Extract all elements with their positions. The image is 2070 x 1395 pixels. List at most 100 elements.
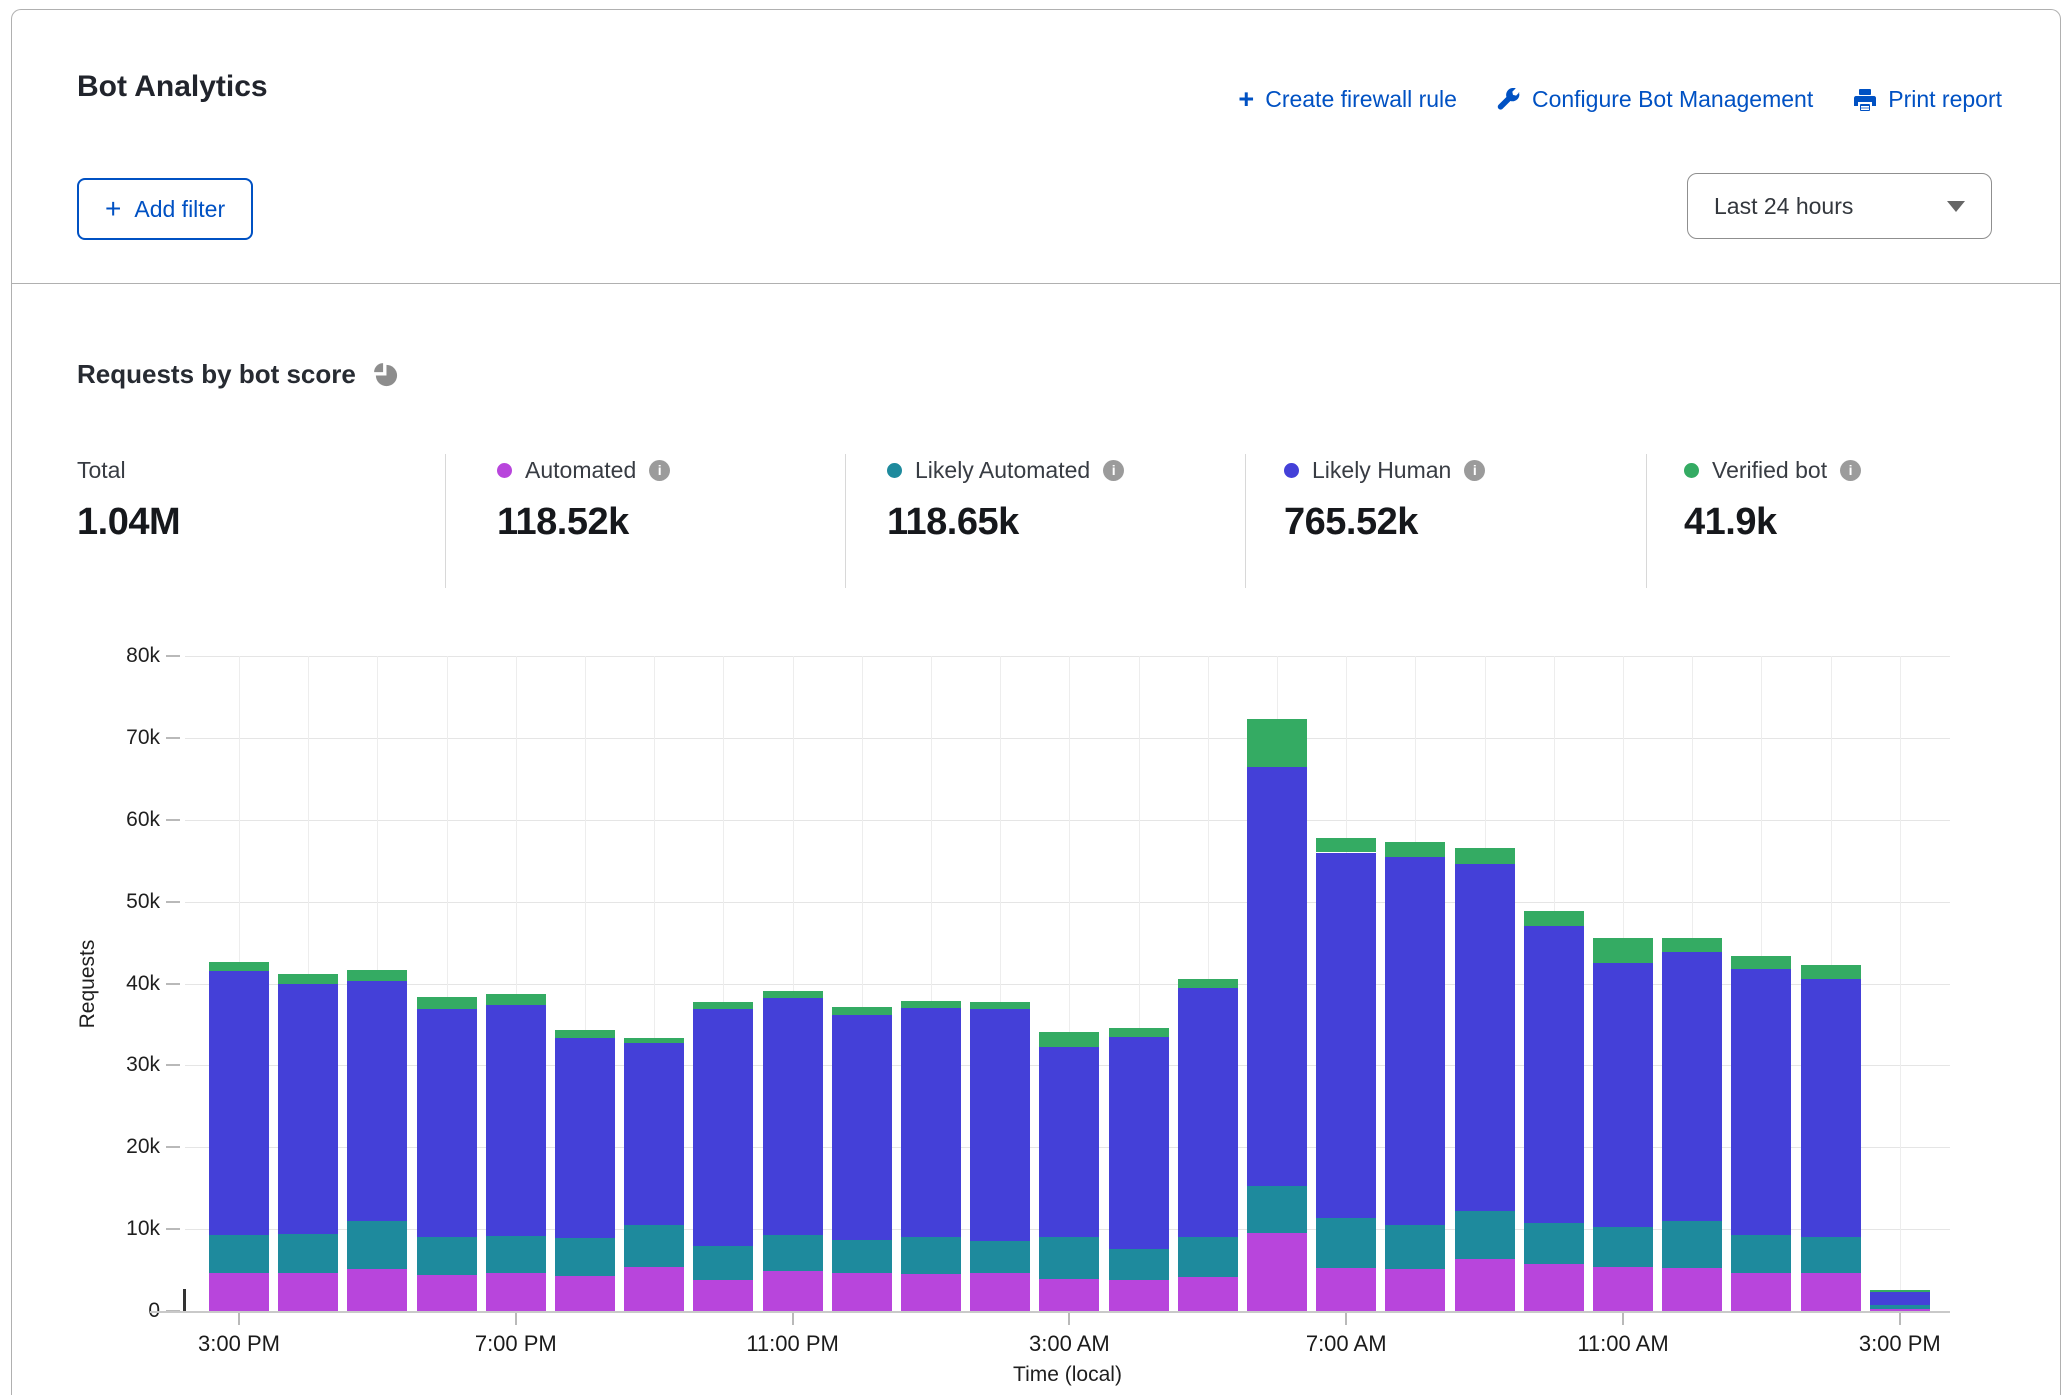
y-axis-tick — [166, 1228, 180, 1230]
stat-automated-value: 118.52k — [497, 501, 670, 544]
bar-segment-automated — [347, 1269, 407, 1311]
bar-segment-likely-automated — [1039, 1237, 1099, 1279]
y-tick-label: 10k — [12, 1215, 160, 1243]
bar-200pm[interactable] — [1801, 641, 1861, 1311]
bar-1000am[interactable] — [1524, 641, 1584, 1311]
stat-automated: Automated 118.52k — [497, 456, 670, 544]
page-title: Bot Analytics — [77, 70, 268, 104]
bar-segment-automated — [1385, 1269, 1445, 1311]
stat-divider — [845, 454, 846, 588]
bar-segment-likely-human — [763, 998, 823, 1235]
bar-segment-automated — [901, 1274, 961, 1311]
bar-segment-likely-human — [1870, 1292, 1930, 1305]
bar-800pm[interactable] — [555, 641, 615, 1311]
bar-100pm[interactable] — [1731, 641, 1791, 1311]
bar-segment-likely-automated — [1178, 1237, 1238, 1277]
bar-segment-verified-bot — [901, 1001, 961, 1008]
y-axis-origin-tick — [183, 1289, 186, 1311]
stat-total-label: Total — [77, 457, 126, 484]
bar-segment-verified-bot — [1178, 979, 1238, 988]
time-range-dropdown[interactable]: Last 24 hours — [1687, 173, 1992, 239]
bar-1100am[interactable] — [1593, 641, 1653, 1311]
bar-100am[interactable] — [901, 641, 961, 1311]
add-filter-button[interactable]: Add filter — [77, 178, 253, 240]
bar-300pm[interactable] — [1870, 641, 1930, 1311]
bar-segment-likely-human — [1662, 952, 1722, 1221]
bar-segment-likely-human — [209, 971, 269, 1235]
stat-likely-automated: Likely Automated 118.65k — [887, 456, 1124, 544]
stats-row: Total 1.04M Automated 118.52k Likely Aut… — [77, 456, 2037, 596]
y-axis-tick — [166, 1146, 180, 1148]
plus-icon — [105, 195, 121, 223]
bar-segment-automated — [1662, 1268, 1722, 1311]
x-tick-label: 7:00 PM — [436, 1331, 596, 1357]
bar-segment-automated — [970, 1273, 1030, 1311]
bar-segment-verified-bot — [347, 970, 407, 981]
bar-300am[interactable] — [1039, 641, 1099, 1311]
bar-600am[interactable] — [1247, 641, 1307, 1311]
bar-segment-verified-bot — [1385, 842, 1445, 857]
likely-automated-legend-dot — [887, 463, 902, 478]
bar-800am[interactable] — [1385, 641, 1445, 1311]
bar-700am[interactable] — [1316, 641, 1376, 1311]
bar-900pm[interactable] — [624, 641, 684, 1311]
stat-likely-automated-label: Likely Automated — [915, 457, 1090, 484]
bar-700pm[interactable] — [486, 641, 546, 1311]
bar-segment-likely-automated — [1385, 1225, 1445, 1269]
bar-1200pm[interactable] — [1662, 641, 1722, 1311]
bar-200am[interactable] — [970, 641, 1030, 1311]
stat-likely-human: Likely Human 765.52k — [1284, 456, 1485, 544]
card-header: Bot Analytics Create firewall rule Confi… — [12, 10, 2060, 284]
bar-segment-automated — [693, 1280, 753, 1311]
info-icon[interactable] — [1464, 460, 1485, 481]
info-icon[interactable] — [1840, 460, 1861, 481]
info-icon[interactable] — [649, 460, 670, 481]
stat-divider — [1245, 454, 1246, 588]
stat-total: Total 1.04M — [77, 456, 180, 544]
bar-400am[interactable] — [1109, 641, 1169, 1311]
bar-segment-likely-human — [693, 1009, 753, 1246]
bar-1100pm[interactable] — [763, 641, 823, 1311]
print-report-label: Print report — [1888, 86, 2002, 113]
bar-segment-automated — [209, 1273, 269, 1311]
bar-segment-likely-automated — [1801, 1237, 1861, 1273]
bar-segment-likely-automated — [1524, 1223, 1584, 1265]
bar-400pm[interactable] — [278, 641, 338, 1311]
header-actions: Create firewall rule Configure Bot Manag… — [1238, 86, 2002, 113]
bar-segment-likely-human — [555, 1038, 615, 1239]
bar-segment-verified-bot — [693, 1002, 753, 1009]
bar-segment-likely-human — [1039, 1047, 1099, 1238]
info-icon[interactable] — [1103, 460, 1124, 481]
y-tick-label: 50k — [12, 888, 160, 916]
y-axis-tick — [166, 1064, 180, 1066]
add-filter-label: Add filter — [134, 196, 225, 223]
bar-segment-automated — [1801, 1273, 1861, 1311]
configure-bot-management-link[interactable]: Configure Bot Management — [1497, 86, 1813, 113]
create-firewall-rule-link[interactable]: Create firewall rule — [1238, 86, 1457, 113]
bar-1000pm[interactable] — [693, 641, 753, 1311]
bar-600pm[interactable] — [417, 641, 477, 1311]
bar-500pm[interactable] — [347, 641, 407, 1311]
bar-segment-likely-automated — [1247, 1186, 1307, 1233]
bar-segment-verified-bot — [763, 991, 823, 998]
bar-segment-verified-bot — [1662, 938, 1722, 953]
bar-segment-verified-bot — [1039, 1032, 1099, 1047]
bar-1200am[interactable] — [832, 641, 892, 1311]
y-tick-label: 20k — [12, 1133, 160, 1161]
x-axis-tick — [515, 1313, 517, 1325]
bar-segment-verified-bot — [1247, 719, 1307, 766]
bar-segment-likely-automated — [1870, 1305, 1930, 1308]
bar-900am[interactable] — [1455, 641, 1515, 1311]
bar-segment-verified-bot — [1109, 1028, 1169, 1037]
bar-300pm[interactable] — [209, 641, 269, 1311]
bot-analytics-card: Bot Analytics Create firewall rule Confi… — [11, 9, 2061, 1395]
x-tick-label: 11:00 AM — [1543, 1331, 1703, 1357]
stat-verified-bot-label: Verified bot — [1712, 457, 1827, 484]
bar-500am[interactable] — [1178, 641, 1238, 1311]
bar-segment-verified-bot — [555, 1030, 615, 1037]
bar-segment-likely-human — [417, 1009, 477, 1237]
bar-segment-likely-automated — [209, 1235, 269, 1273]
bar-segment-likely-human — [1455, 864, 1515, 1211]
bar-segment-automated — [832, 1273, 892, 1311]
print-report-link[interactable]: Print report — [1853, 86, 2002, 113]
